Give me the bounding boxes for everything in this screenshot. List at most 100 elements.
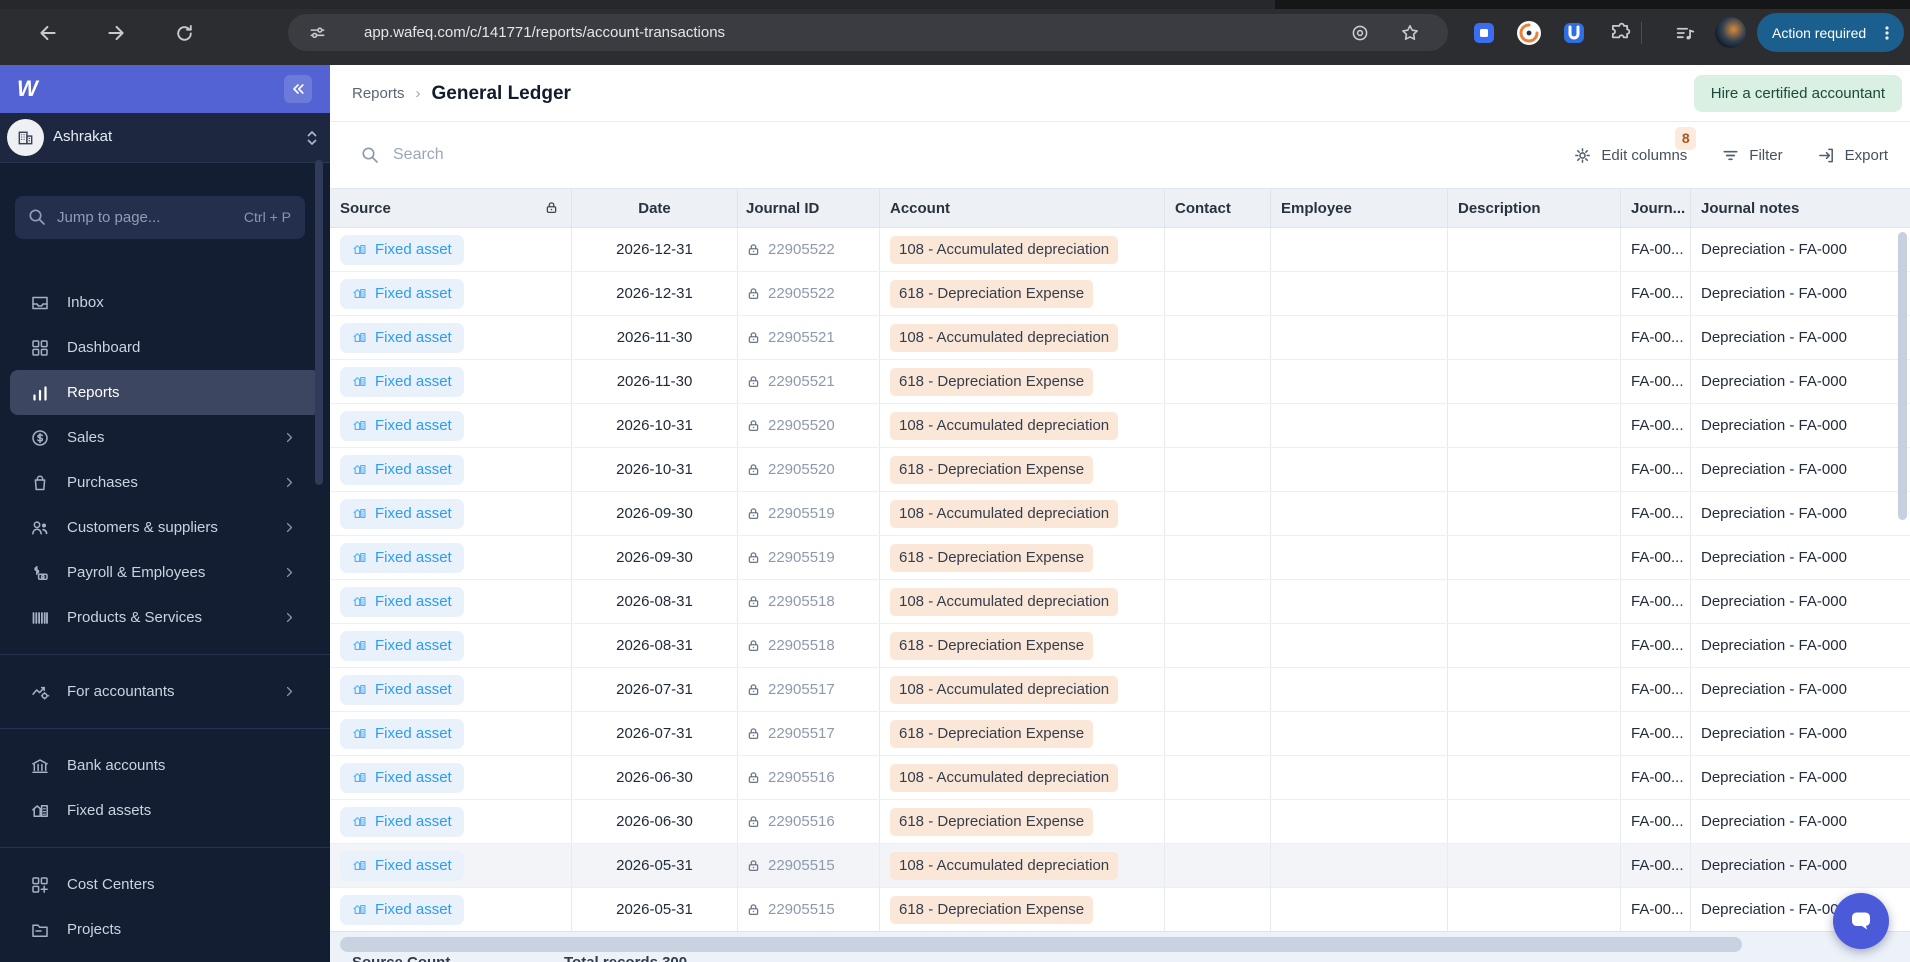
column-header-employee[interactable]: Employee: [1271, 189, 1448, 227]
jump-to-page-search[interactable]: Jump to page... Ctrl + P: [15, 196, 305, 239]
account-badge[interactable]: 618 - Depreciation Expense: [890, 543, 1094, 572]
source-badge[interactable]: Fixed asset: [340, 718, 464, 749]
extension-2-icon[interactable]: [1514, 18, 1543, 47]
column-header-description[interactable]: Description: [1448, 189, 1621, 227]
table-row[interactable]: Fixed asset 2026-12-31 22905522 618 - Depre…: [330, 272, 1910, 316]
journal-id-link[interactable]: 22905520: [746, 417, 835, 434]
browser-menu-icon[interactable]: [1879, 24, 1895, 42]
source-badge[interactable]: Fixed asset: [340, 234, 464, 265]
account-badge[interactable]: 108 - Accumulated depreciation: [890, 499, 1119, 528]
extension-1-icon[interactable]: [1469, 18, 1498, 47]
sidebar-item-inbox[interactable]: Inbox: [10, 280, 320, 325]
account-badge[interactable]: 618 - Depreciation Expense: [890, 279, 1094, 308]
sidebar-scrollbar[interactable]: [315, 160, 323, 485]
forward-icon[interactable]: [98, 15, 134, 51]
account-badge[interactable]: 618 - Depreciation Expense: [890, 631, 1094, 660]
sidebar-item-cost-centers[interactable]: Cost Centers: [10, 862, 320, 907]
table-row[interactable]: Fixed asset 2026-09-30 22905519 108 - Accum…: [330, 492, 1910, 536]
table-row[interactable]: Fixed asset 2026-08-31 22905518 108 - Accum…: [330, 580, 1910, 624]
puzzle-icon[interactable]: [1605, 18, 1634, 47]
media-controls-icon[interactable]: [1666, 15, 1702, 51]
filter-button[interactable]: 8 Filter: [1675, 126, 1783, 165]
table-row[interactable]: Fixed asset 2026-07-31 22905517 108 - Accum…: [330, 668, 1910, 712]
journal-id-link[interactable]: 22905521: [746, 373, 835, 390]
search-input[interactable]: Search: [393, 122, 444, 188]
sidebar-item-reports[interactable]: Reports: [10, 370, 320, 415]
journal-id-link[interactable]: 22905517: [746, 681, 835, 698]
table-row[interactable]: Fixed asset 2026-10-31 22905520 108 - Accum…: [330, 404, 1910, 448]
journal-id-link[interactable]: 22905519: [746, 549, 835, 566]
vertical-scrollbar[interactable]: [1898, 232, 1907, 520]
source-badge[interactable]: Fixed asset: [340, 322, 464, 353]
journal-id-link[interactable]: 22905520: [746, 461, 835, 478]
sidebar-item-dashboard[interactable]: Dashboard: [10, 325, 320, 370]
company-toggle-icon[interactable]: [305, 128, 319, 148]
table-row[interactable]: Fixed asset 2026-06-30 22905516 618 - Depre…: [330, 800, 1910, 844]
journal-id-link[interactable]: 22905518: [746, 593, 835, 610]
account-badge[interactable]: 618 - Depreciation Expense: [890, 367, 1094, 396]
journal-id-link[interactable]: 22905515: [746, 901, 835, 918]
edit-columns-button[interactable]: Edit columns: [1573, 146, 1687, 165]
table-row[interactable]: Fixed asset 2026-10-31 22905520 618 - Depre…: [330, 448, 1910, 492]
account-badge[interactable]: 108 - Accumulated depreciation: [890, 323, 1119, 352]
sidebar-item-fixed-assets[interactable]: Fixed assets: [10, 788, 320, 833]
table-row[interactable]: Fixed asset 2026-06-30 22905516 108 - Accum…: [330, 756, 1910, 800]
column-header-account[interactable]: Account: [880, 189, 1165, 227]
source-badge[interactable]: Fixed asset: [340, 366, 464, 397]
company-selector[interactable]: Ashrakat: [0, 113, 330, 163]
breadcrumb-reports[interactable]: Reports: [352, 85, 405, 102]
table-row[interactable]: Fixed asset 2026-11-30 22905521 108 - Accum…: [330, 316, 1910, 360]
table-row[interactable]: Fixed asset 2026-12-31 22905522 108 - Accum…: [330, 228, 1910, 272]
journal-id-link[interactable]: 22905517: [746, 725, 835, 742]
chat-widget-button[interactable]: [1833, 893, 1889, 949]
reload-icon[interactable]: [166, 15, 202, 51]
sidebar-item-sales[interactable]: Sales: [10, 415, 320, 460]
table-row[interactable]: Fixed asset 2026-05-31 22905515 618 - Depre…: [330, 888, 1910, 932]
column-header-contact[interactable]: Contact: [1165, 189, 1271, 227]
extension-3-icon[interactable]: [1559, 18, 1588, 47]
url-text[interactable]: app.wafeq.com/c/141771/reports/account-t…: [364, 14, 725, 51]
account-badge[interactable]: 618 - Depreciation Expense: [890, 807, 1094, 836]
journal-id-link[interactable]: 22905516: [746, 769, 835, 786]
sidebar-collapse-button[interactable]: [284, 75, 312, 103]
preview-icon[interactable]: [1350, 14, 1370, 51]
source-badge[interactable]: Fixed asset: [340, 454, 464, 485]
column-header-date[interactable]: Date: [572, 189, 738, 227]
source-badge[interactable]: Fixed asset: [340, 586, 464, 617]
source-badge[interactable]: Fixed asset: [340, 630, 464, 661]
account-badge[interactable]: 618 - Depreciation Expense: [890, 895, 1094, 924]
sidebar-item-for-accountants[interactable]: For accountants: [10, 669, 320, 714]
journal-id-link[interactable]: 22905522: [746, 285, 835, 302]
source-badge[interactable]: Fixed asset: [340, 674, 464, 705]
source-badge[interactable]: Fixed asset: [340, 278, 464, 309]
table-row[interactable]: Fixed asset 2026-09-30 22905519 618 - Depre…: [330, 536, 1910, 580]
account-badge[interactable]: 108 - Accumulated depreciation: [890, 235, 1119, 264]
source-badge[interactable]: Fixed asset: [340, 542, 464, 573]
profile-avatar[interactable]: [1715, 17, 1746, 48]
table-row[interactable]: Fixed asset 2026-08-31 22905518 618 - Depre…: [330, 624, 1910, 668]
journal-id-link[interactable]: 22905521: [746, 329, 835, 346]
sidebar-item-projects[interactable]: Projects: [10, 907, 320, 952]
account-badge[interactable]: 618 - Depreciation Expense: [890, 455, 1094, 484]
horizontal-scrollbar[interactable]: [340, 937, 1742, 952]
source-badge[interactable]: Fixed asset: [340, 762, 464, 793]
account-badge[interactable]: 108 - Accumulated depreciation: [890, 675, 1119, 704]
column-header-journal_id[interactable]: Journal ID: [738, 189, 880, 227]
journal-id-link[interactable]: 22905518: [746, 637, 835, 654]
active-tab[interactable]: [0, 0, 1275, 9]
account-badge[interactable]: 618 - Depreciation Expense: [890, 719, 1094, 748]
account-badge[interactable]: 108 - Accumulated depreciation: [890, 587, 1119, 616]
sidebar-item-purchases[interactable]: Purchases: [10, 460, 320, 505]
column-header-source[interactable]: Source: [330, 189, 572, 227]
source-badge[interactable]: Fixed asset: [340, 850, 464, 881]
table-row[interactable]: Fixed asset 2026-05-31 22905515 108 - Accum…: [330, 844, 1910, 888]
sidebar-item-products-services[interactable]: Products & Services: [10, 595, 320, 640]
bookmark-star-icon[interactable]: [1400, 14, 1420, 51]
account-badge[interactable]: 108 - Accumulated depreciation: [890, 411, 1119, 440]
sidebar-item-customers-suppliers[interactable]: Customers & suppliers: [10, 505, 320, 550]
site-info-icon[interactable]: [308, 14, 327, 51]
source-badge[interactable]: Fixed asset: [340, 894, 464, 925]
sidebar-item-payroll-employees[interactable]: Payroll & Employees: [10, 550, 320, 595]
address-bar[interactable]: app.wafeq.com/c/141771/reports/account-t…: [288, 14, 1448, 51]
journal-id-link[interactable]: 22905519: [746, 505, 835, 522]
